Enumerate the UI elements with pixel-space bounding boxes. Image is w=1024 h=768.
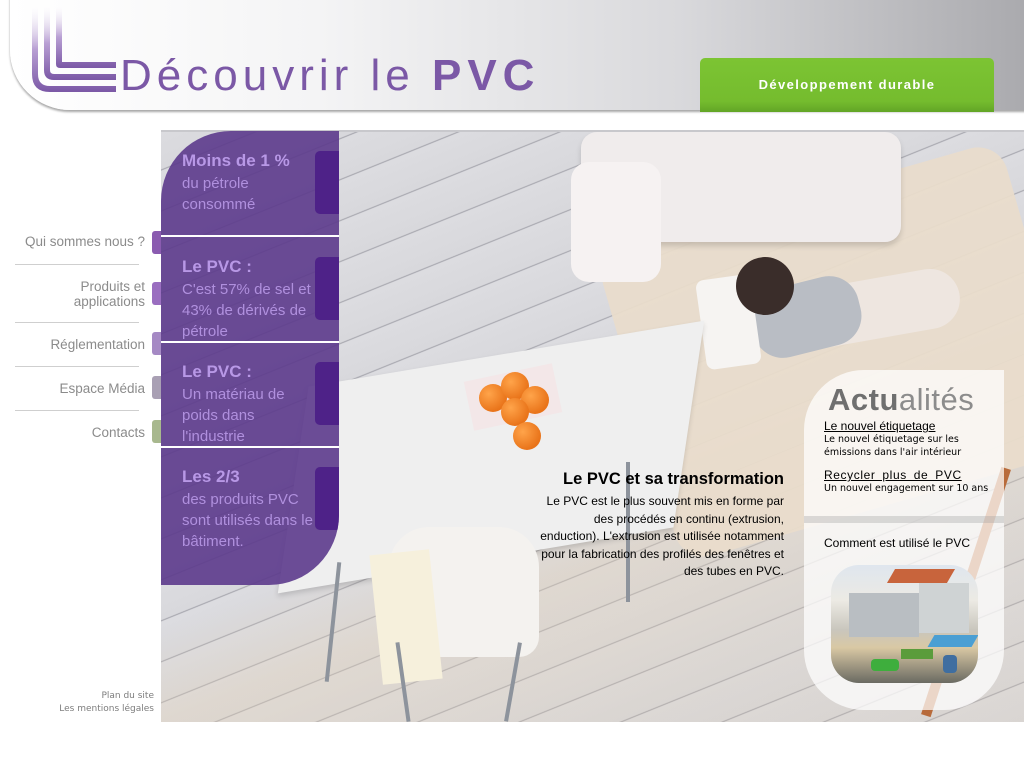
- legal-notice-link[interactable]: Les mentions légales: [59, 703, 154, 716]
- stat-description: C'est 57% de sel et 43% de dérivés de pé…: [182, 281, 311, 340]
- news-link[interactable]: Recycler plus de PVC: [824, 468, 999, 482]
- news-divider: [804, 516, 1004, 523]
- house-tank: [871, 659, 899, 671]
- stat-title: Le PVC :: [182, 257, 252, 276]
- site-title-regular: Découvrir le: [120, 51, 415, 100]
- pvc-usage-title[interactable]: Comment est utilisé le PVC: [824, 536, 970, 550]
- site-title-bold: PVC: [431, 51, 541, 100]
- nav-color-tab: [152, 376, 161, 399]
- stat-description: du pétrole consommé: [182, 175, 256, 213]
- nav-item-label: Réglementation: [50, 337, 145, 352]
- news-title-light: alités: [898, 382, 975, 417]
- house-pool: [927, 635, 978, 647]
- article-body: Le PVC est le plus souvent mis en forme …: [540, 494, 784, 578]
- feature-article: Le PVC et sa transformation Le PVC est l…: [540, 470, 784, 581]
- orange: [513, 422, 541, 450]
- nav-divider: [15, 264, 139, 265]
- article-heading: Le PVC et sa transformation: [563, 470, 784, 488]
- nav-divider: [15, 410, 139, 411]
- logo-icon[interactable]: [30, 6, 116, 94]
- stat-item[interactable]: Le PVC : Un matériau de poids dans l'ind…: [161, 342, 339, 448]
- nav-divider: [15, 322, 139, 323]
- nav-item-regulation[interactable]: Réglementation: [0, 332, 161, 356]
- house-lawn: [901, 649, 933, 659]
- news-panel: Actualités Le nouvel étiquetage Le nouve…: [804, 370, 1004, 710]
- footer-links: Plan du site Les mentions légales: [59, 690, 154, 716]
- nav-color-tab: [152, 231, 161, 254]
- nav-item-about[interactable]: Qui sommes nous ?: [0, 231, 161, 255]
- house-pump: [943, 655, 957, 673]
- stat-description: Un matériau de poids dans l'industrie: [182, 386, 285, 445]
- stat-title: Les 2/3: [182, 467, 240, 486]
- news-summary: Un nouvel engagement sur 10 ans: [824, 483, 989, 494]
- stat-item[interactable]: Les 2/3 des produits PVC sont utilisés d…: [161, 447, 339, 551]
- nav-color-tab: [152, 332, 161, 355]
- stat-tab[interactable]: [315, 151, 339, 214]
- nav-item-label: Contacts: [91, 425, 145, 440]
- sofa-arm: [571, 162, 661, 282]
- nav-item-label: Produits et applications: [73, 279, 145, 309]
- sitemap-link[interactable]: Plan du site: [59, 690, 154, 703]
- news-link[interactable]: Le nouvel étiquetage: [824, 419, 999, 433]
- news-summary: Le nouvel étiquetage sur les émissions d…: [824, 434, 962, 458]
- stats-panel: Moins de 1 % du pétrole consommé Le PVC …: [161, 131, 339, 585]
- nav-item-products[interactable]: Produits et applications: [0, 279, 161, 310]
- stat-item[interactable]: Le PVC : C'est 57% de sel et 43% de déri…: [161, 237, 339, 343]
- nav-item-label: Qui sommes nous ?: [24, 234, 145, 249]
- stat-description: des produits PVC sont utilisés dans le b…: [182, 491, 313, 550]
- house-wall: [849, 593, 919, 637]
- sustainable-development-button[interactable]: Développement durable: [700, 58, 994, 112]
- nav-item-contacts[interactable]: Contacts: [0, 420, 161, 444]
- nav-item-media[interactable]: Espace Média: [0, 376, 161, 400]
- news-item: Le nouvel étiquetage Le nouvel étiquetag…: [824, 419, 999, 459]
- news-item: Recycler plus de PVC Un nouvel engagemen…: [824, 468, 999, 495]
- news-title-bold: Actu: [828, 382, 899, 417]
- stat-tab[interactable]: [315, 362, 339, 425]
- nav-divider: [15, 366, 139, 367]
- nav-color-tab: [152, 282, 161, 305]
- stat-title: Moins de 1 %: [182, 151, 290, 170]
- stat-tab[interactable]: [315, 467, 339, 530]
- stat-item[interactable]: Moins de 1 % du pétrole consommé: [161, 131, 339, 237]
- site-title[interactable]: Découvrir le PVC: [120, 46, 540, 106]
- nav-item-label: Espace Média: [59, 381, 145, 396]
- nav-color-tab: [152, 420, 161, 443]
- house-illustration[interactable]: [831, 565, 978, 683]
- news-title: Actualités: [828, 382, 974, 418]
- stat-title: Le PVC :: [182, 362, 252, 381]
- stat-tab[interactable]: [315, 257, 339, 320]
- person-head: [736, 257, 794, 315]
- house-roof: [886, 569, 956, 583]
- house-wall: [919, 583, 969, 633]
